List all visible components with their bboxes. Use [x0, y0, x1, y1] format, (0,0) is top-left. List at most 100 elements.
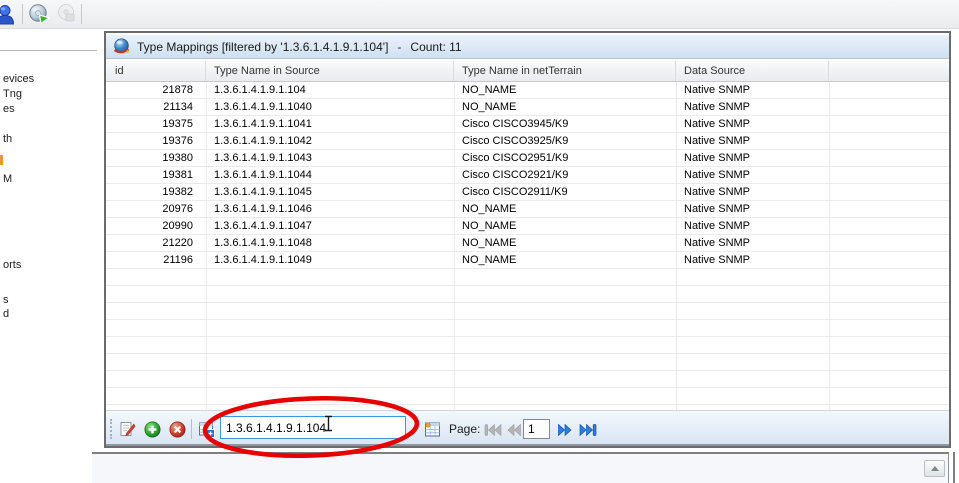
cell-id: 20990 — [106, 218, 206, 234]
grid-body: 21878 1.3.6.1.4.1.9.1.104 NO_NAME Native… — [106, 82, 949, 410]
delete-button[interactable] — [168, 420, 186, 438]
cell-blank — [829, 218, 949, 234]
page-number-input[interactable] — [523, 419, 550, 439]
toolbar-separator — [191, 419, 192, 439]
column-header-netterrain[interactable]: Type Name in netTerrain — [454, 61, 676, 81]
cell-netterrain: Cisco CISCO2951/K9 — [454, 150, 676, 166]
sidebar-item-devices[interactable]: evices — [3, 73, 34, 85]
table-row[interactable]: 21134 1.3.6.1.4.1.9.1.1040 NO_NAME Nativ… — [106, 99, 949, 116]
table-row[interactable]: 21220 1.3.6.1.4.1.9.1.1048 NO_NAME Nativ… — [106, 235, 949, 252]
table-row[interactable]: 19376 1.3.6.1.4.1.9.1.1042 Cisco CISCO39… — [106, 133, 949, 150]
first-page-button[interactable] — [483, 421, 503, 438]
edit-button[interactable] — [118, 420, 136, 438]
column-header-id[interactable]: id — [106, 61, 206, 81]
table-row[interactable]: 19375 1.3.6.1.4.1.9.1.1041 Cisco CISCO39… — [106, 116, 949, 133]
sidebar-item[interactable]: M — [3, 173, 12, 185]
cell-data-source: Native SNMP — [676, 201, 829, 217]
selected-item-indicator — [0, 155, 3, 165]
cell-source: 1.3.6.1.4.1.9.1.1042 — [206, 133, 454, 149]
table-row[interactable]: 20990 1.3.6.1.4.1.9.1.1047 NO_NAME Nativ… — [106, 218, 949, 235]
cell-netterrain: NO_NAME — [454, 235, 676, 251]
cell-netterrain: NO_NAME — [454, 82, 676, 98]
cell-blank — [829, 252, 949, 268]
last-page-button[interactable] — [578, 421, 598, 438]
prev-page-button[interactable] — [504, 421, 524, 438]
filter-grid-icon[interactable] — [197, 420, 215, 438]
cell-source: 1.3.6.1.4.1.9.1.1041 — [206, 116, 454, 132]
cell-id: 21196 — [106, 252, 206, 268]
cell-id: 19375 — [106, 116, 206, 132]
column-header-source[interactable]: Type Name in Source — [206, 61, 454, 81]
table-row[interactable]: 19381 1.3.6.1.4.1.9.1.1044 Cisco CISCO29… — [106, 167, 949, 184]
cell-blank — [829, 116, 949, 132]
cell-netterrain: Cisco CISCO3945/K9 — [454, 116, 676, 132]
type-mappings-panel: Type Mappings [filtered by '1.3.6.1.4.1.… — [104, 31, 951, 448]
cell-netterrain: NO_NAME — [454, 252, 676, 268]
cell-data-source: Native SNMP — [676, 116, 829, 132]
cell-data-source: Native SNMP — [676, 184, 829, 200]
cell-netterrain: Cisco CISCO2911/K9 — [454, 184, 676, 200]
table-row[interactable]: 19382 1.3.6.1.4.1.9.1.1045 Cisco CISCO29… — [106, 184, 949, 201]
cell-source: 1.3.6.1.4.1.9.1.1047 — [206, 218, 454, 234]
table-row[interactable]: 21196 1.3.6.1.4.1.9.1.1049 NO_NAME Nativ… — [106, 252, 949, 269]
toolbar-separator — [81, 4, 82, 24]
page-grid-icon[interactable] — [423, 420, 441, 438]
cell-netterrain: NO_NAME — [454, 218, 676, 234]
right-pane-edge — [953, 452, 959, 483]
run-export-icon[interactable] — [27, 2, 52, 27]
sidebar-item[interactable]: Tng — [3, 88, 22, 100]
column-header-datasource[interactable]: Data Source — [676, 61, 829, 81]
bottom-pane — [92, 452, 949, 483]
cell-id: 19381 — [106, 167, 206, 183]
user-icon[interactable] — [0, 2, 17, 27]
sidebar-item[interactable]: d — [3, 308, 9, 320]
cell-id: 21220 — [106, 235, 206, 251]
toolbar-grip[interactable] — [110, 419, 113, 439]
sidebar: evices Tng es th M orts s d — [0, 29, 102, 483]
top-toolbar — [0, 0, 959, 29]
filter-input[interactable] — [220, 416, 406, 439]
add-button[interactable] — [143, 420, 161, 438]
up-arrow-icon — [931, 466, 939, 471]
sidebar-item[interactable]: es — [3, 103, 15, 115]
title-separator: - — [397, 40, 401, 54]
grid-header: id Type Name in Source Type Name in netT… — [106, 61, 949, 82]
type-mappings-icon — [113, 38, 130, 55]
grid-toolbar: Page: — [106, 410, 949, 446]
cell-blank — [829, 201, 949, 217]
cell-data-source: Native SNMP — [676, 167, 829, 183]
next-page-button[interactable] — [555, 421, 575, 438]
cell-id: 21878 — [106, 82, 206, 98]
sidebar-item[interactable]: s — [3, 294, 9, 306]
sidebar-item[interactable]: th — [3, 133, 12, 145]
cell-netterrain: Cisco CISCO2921/K9 — [454, 167, 676, 183]
cell-data-source: Native SNMP — [676, 99, 829, 115]
cell-source: 1.3.6.1.4.1.9.1.104 — [206, 82, 454, 98]
table-row[interactable]: 19380 1.3.6.1.4.1.9.1.1043 Cisco CISCO29… — [106, 150, 949, 167]
cell-source: 1.3.6.1.4.1.9.1.1043 — [206, 150, 454, 166]
panel-count: Count: 11 — [410, 40, 461, 54]
cell-blank — [829, 150, 949, 166]
cell-source: 1.3.6.1.4.1.9.1.1040 — [206, 99, 454, 115]
panel-title: Type Mappings [filtered by '1.3.6.1.4.1.… — [137, 40, 388, 54]
cell-blank — [829, 133, 949, 149]
type-mappings-grid: id Type Name in Source Type Name in netT… — [106, 61, 949, 410]
scroll-up-button[interactable] — [924, 460, 945, 477]
table-row[interactable]: 20976 1.3.6.1.4.1.9.1.1046 NO_NAME Nativ… — [106, 201, 949, 218]
cell-data-source: Native SNMP — [676, 82, 829, 98]
cell-data-source: Native SNMP — [676, 150, 829, 166]
cell-netterrain: Cisco CISCO3925/K9 — [454, 133, 676, 149]
cell-id: 19382 — [106, 184, 206, 200]
cell-source: 1.3.6.1.4.1.9.1.1044 — [206, 167, 454, 183]
cell-data-source: Native SNMP — [676, 235, 829, 251]
cell-id: 21134 — [106, 99, 206, 115]
cell-source: 1.3.6.1.4.1.9.1.1046 — [206, 201, 454, 217]
cell-source: 1.3.6.1.4.1.9.1.1048 — [206, 235, 454, 251]
disabled-disc-icon[interactable] — [54, 2, 79, 27]
page-label: Page: — [449, 422, 480, 436]
cell-blank — [829, 99, 949, 115]
table-row[interactable]: 21878 1.3.6.1.4.1.9.1.104 NO_NAME Native… — [106, 82, 949, 99]
sidebar-item-reports[interactable]: orts — [3, 259, 21, 271]
cell-blank — [829, 167, 949, 183]
cell-id: 19376 — [106, 133, 206, 149]
